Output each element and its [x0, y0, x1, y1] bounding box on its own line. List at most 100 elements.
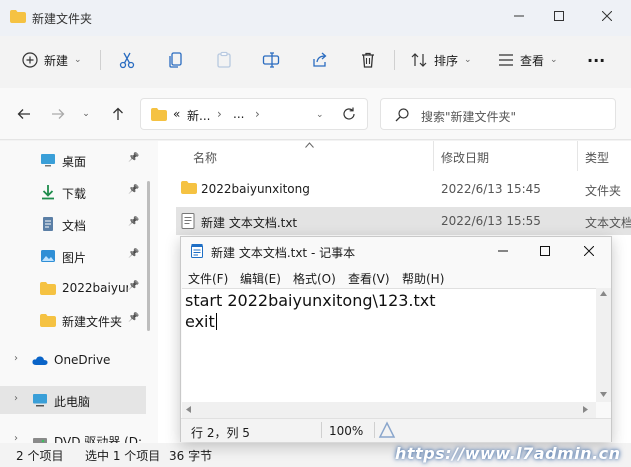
breadcrumb-item[interactable]: 新...: [187, 107, 210, 124]
text-file-icon: [181, 213, 195, 229]
sidebar-item-dvd-drive[interactable]: › DVD 驱动器 (D:: [0, 426, 146, 443]
sort-button[interactable]: 排序 ⌄: [410, 46, 472, 74]
chevron-down-icon[interactable]: ⌄: [316, 110, 324, 120]
copy-button[interactable]: [167, 46, 185, 74]
sidebar-item-onedrive[interactable]: › OneDrive: [0, 346, 146, 374]
menu-format[interactable]: 格式(O): [293, 270, 336, 287]
breadcrumb-item[interactable]: ...: [233, 107, 244, 121]
file-name: 新建 文本文档.txt: [201, 216, 298, 230]
file-type: 文本文档: [585, 216, 631, 230]
file-date: 2022/6/13 15:45: [441, 182, 541, 196]
dvd-drive-icon: [33, 438, 47, 443]
divider: [394, 50, 395, 70]
menu-view[interactable]: 查看(V): [348, 270, 390, 287]
menu-edit[interactable]: 编辑(E): [240, 270, 281, 287]
paste-button[interactable]: [215, 46, 233, 74]
pin-icon: 📌: [128, 313, 140, 323]
up-button[interactable]: [106, 104, 130, 124]
sort-label: 排序: [434, 53, 459, 68]
close-button[interactable]: [585, 0, 629, 32]
new-button[interactable]: 新建 ⌄: [22, 46, 82, 74]
sidebar-item-documents[interactable]: 文档 📌: [0, 210, 146, 238]
sidebar-item-label: 桌面: [62, 155, 87, 169]
zoom-level: 100%: [329, 424, 364, 438]
close-icon: [602, 11, 612, 21]
refresh-icon[interactable]: [342, 107, 356, 121]
menu-help[interactable]: 帮助(H): [402, 270, 444, 287]
text-line-2: exit: [185, 312, 217, 331]
sidebar-item-pictures[interactable]: 图片 📌: [0, 242, 146, 270]
maximize-button[interactable]: [537, 0, 581, 32]
folder-icon: [181, 181, 197, 194]
minimize-icon: [498, 250, 508, 252]
sidebar-scrollbar[interactable]: [147, 181, 150, 331]
notepad-close-button[interactable]: [568, 237, 610, 265]
sidebar-item-label: OneDrive: [54, 353, 111, 367]
chevron-down-icon: ⌄: [74, 55, 82, 65]
file-row-selected[interactable]: 新建 文本文档.txt 2022/6/13 15:55 文本文档: [176, 207, 631, 235]
sidebar-item-label: 此电脑: [54, 395, 91, 409]
sidebar-item-label: DVD 驱动器 (D:: [54, 435, 143, 443]
notepad-minimize-button[interactable]: [482, 237, 524, 265]
file-date: 2022/6/13 15:55: [441, 214, 541, 228]
scroll-down-icon[interactable]: [600, 392, 607, 397]
column-divider[interactable]: [577, 141, 578, 171]
arrow-up-icon: [113, 107, 123, 120]
column-header-date[interactable]: 修改日期: [441, 149, 489, 166]
column-header-type[interactable]: 类型: [585, 149, 609, 166]
notepad-icon: [191, 244, 203, 258]
maximize-icon: [540, 246, 550, 256]
rename-button[interactable]: [262, 46, 280, 74]
menu-file[interactable]: 文件(F): [188, 270, 228, 287]
notepad-text-area[interactable]: start 2022baiyunxitong\123.txt exit: [182, 288, 596, 418]
recent-locations-button[interactable]: ⌄: [78, 104, 94, 124]
search-icon: [395, 108, 409, 122]
download-icon: [42, 185, 54, 200]
sidebar-item-desktop[interactable]: 桌面 📌: [0, 146, 146, 174]
sidebar-item-new-folder[interactable]: 新建文件夹 📌: [0, 306, 146, 334]
pin-icon: 📌: [128, 153, 140, 163]
watermark-logo-icon: [378, 421, 396, 438]
notepad-maximize-button[interactable]: [524, 237, 566, 265]
scroll-right-icon[interactable]: [583, 406, 588, 413]
sidebar-item-downloads[interactable]: 下载 📌: [0, 178, 146, 206]
file-type: 文件夹: [585, 184, 622, 198]
chevron-down-icon: ⌄: [464, 55, 472, 65]
column-header-name[interactable]: 名称: [193, 149, 217, 166]
watermark-text: https://www.l7admin.cn: [395, 444, 621, 463]
scroll-up-icon[interactable]: [600, 291, 607, 296]
breadcrumb-overflow[interactable]: «: [173, 107, 180, 121]
maximize-icon: [554, 11, 564, 21]
pin-icon: 📌: [128, 281, 140, 291]
breadcrumb-separator: ›: [217, 107, 222, 121]
more-options-button[interactable]: ···: [587, 46, 605, 74]
horizontal-scrollbar[interactable]: [182, 402, 596, 418]
notepad-status-bar: 行 2，列 5 100%: [181, 418, 611, 442]
share-button[interactable]: [311, 46, 329, 74]
chevron-right-icon[interactable]: ›: [14, 433, 18, 443]
chevron-right-icon[interactable]: ›: [14, 353, 18, 364]
text-line-2-content: exit: [185, 312, 215, 331]
cut-button[interactable]: [118, 46, 136, 74]
minimize-button[interactable]: [497, 0, 541, 32]
scroll-left-icon[interactable]: [186, 406, 191, 413]
trash-icon: [362, 52, 374, 68]
delete-button[interactable]: [359, 46, 377, 74]
view-button[interactable]: 查看 ⌄: [498, 46, 558, 74]
sidebar-item-this-pc[interactable]: › 此电脑: [0, 386, 146, 414]
back-button[interactable]: [12, 104, 36, 124]
file-row[interactable]: 2022baiyunxitong 2022/6/13 15:45 文件夹: [176, 175, 631, 203]
sidebar-item-2022baiyunxitong[interactable]: 2022baiyur 📌: [0, 274, 146, 302]
column-divider[interactable]: [433, 141, 434, 171]
search-placeholder: 搜索"新建文件夹": [421, 110, 517, 124]
close-icon: [584, 246, 594, 256]
chevron-down-icon: ⌄: [550, 55, 558, 65]
folder-icon: [40, 314, 56, 327]
notepad-titlebar: 新建 文本文档.txt - 记事本: [181, 237, 611, 265]
chevron-right-icon[interactable]: ›: [14, 393, 18, 404]
forward-button[interactable]: [46, 104, 70, 124]
breadcrumb-separator: ›: [255, 107, 260, 121]
vertical-scrollbar[interactable]: [596, 288, 611, 402]
search-box[interactable]: 搜索"新建文件夹": [380, 98, 616, 130]
address-bar[interactable]: « 新... › ... › ⌄: [140, 98, 368, 130]
